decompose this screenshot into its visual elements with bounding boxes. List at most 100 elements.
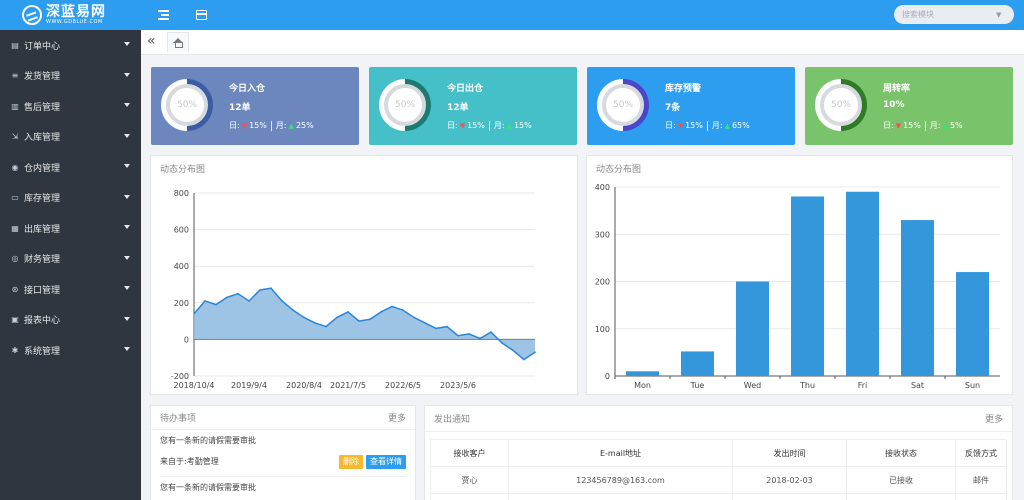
stat-card[interactable]: 50% 今日入仓 12单 日: ▼ 15% 月: ▲ 25%: [151, 67, 359, 145]
y-tick-label: 0: [184, 335, 189, 344]
x-tick-label: 2019/9/4: [231, 381, 267, 390]
sidebar-item[interactable]: ▤ 订单中心: [0, 30, 141, 61]
sidebar-item-label: 库存管理: [24, 194, 61, 205]
sidebar-item-label: 财务管理: [24, 255, 61, 266]
column-header: 反馈方式: [955, 439, 1007, 467]
table-cell: 已接收: [846, 466, 956, 494]
bar: [626, 371, 659, 376]
sidebar-item[interactable]: ▭ 库存管理: [0, 183, 141, 214]
chevron-down-icon: [124, 255, 130, 260]
table-row[interactable]: 许阿心123456789@163.com2018-02-03已接收电话: [430, 493, 1007, 500]
table-cell: 123456789@163.com: [508, 466, 733, 494]
day-label: 日:: [447, 121, 458, 130]
table-cell: 电话: [955, 493, 1007, 500]
data-point: [369, 318, 371, 321]
sidebar-item[interactable]: ◉ 仓内管理: [0, 152, 141, 183]
layout-icon[interactable]: [196, 8, 210, 22]
trend-up-icon: ▲: [942, 121, 948, 130]
month-change: 25%: [295, 121, 314, 130]
table-row[interactable]: 贾心 123456789@163.com 2018-02-03 已接收 邮件: [430, 466, 1007, 494]
data-point: [336, 316, 338, 319]
x-tick-label: 2021/7/5: [330, 381, 366, 390]
sidebar-item[interactable]: ⊛ 接口管理: [0, 274, 141, 305]
month-label: 月:: [929, 121, 941, 130]
notice-table: 接收客户 E-mail地址 发出时间 接收状态 反馈方式 贾心 123456789@163…: [430, 439, 1007, 500]
chevron-down-icon: [124, 194, 130, 199]
month-change: 5%: [949, 121, 963, 130]
chevron-down-icon: [124, 225, 130, 229]
sidebar-item[interactable]: ▣ 报表中心: [0, 305, 141, 336]
data-point: [501, 342, 503, 344]
stat-card[interactable]: 50% 库存预警 7条 日: ▼ 15% 月: ▲ 65%: [587, 67, 795, 145]
table-cell: 123456789@163.com: [508, 493, 733, 500]
stat-card-value: 7条: [665, 103, 681, 113]
column-header: 接收客户: [430, 439, 509, 467]
tab-home[interactable]: [167, 32, 189, 52]
data-point: [292, 309, 294, 311]
y-tick-label: 600: [174, 226, 189, 235]
todo-more-link[interactable]: 更多: [388, 411, 406, 424]
progress-ring: 50%: [597, 79, 649, 131]
database-icon: ◉: [11, 162, 19, 172]
sidebar-item-label: 报表中心: [24, 316, 61, 327]
sidebar-item-label: 出库管理: [24, 224, 61, 235]
month-change: 15%: [513, 121, 532, 130]
sidebar-item[interactable]: ◎ 财务管理: [0, 244, 141, 275]
progress-ring: 50%: [161, 79, 213, 131]
chevron-down-icon[interactable]: ▼: [996, 11, 1001, 19]
report-icon: ▣: [11, 315, 19, 325]
trend-up-icon: ▲: [724, 121, 730, 130]
stat-card-meta: 日: ▼ 15% 月: ▲ 15%: [447, 120, 532, 131]
sidebar-item-label: 订单中心: [24, 41, 61, 52]
day-change: 15%: [467, 121, 485, 130]
sidebar-item[interactable]: ▥ 售后管理: [0, 91, 141, 122]
data-point: [479, 337, 481, 340]
y-tick-label: 400: [595, 183, 610, 192]
data-point: [193, 312, 195, 315]
stat-card[interactable]: 50% 周转率 10% 日: ▼ 15% 月: ▲ 5%: [805, 67, 1013, 145]
column-header: 接收状态: [846, 439, 956, 467]
data-point: [435, 327, 437, 330]
todo-item-source: 来自于:考勤管理: [160, 457, 219, 466]
stat-card[interactable]: 50% 今日出仓 12单 日: ▼ 15% 月: ▲ 15%: [369, 67, 577, 145]
data-point: [490, 331, 492, 333]
sidebar-item[interactable]: ▦ 出库管理: [0, 213, 141, 244]
data-point: [468, 333, 470, 335]
data-point: [413, 316, 415, 319]
delete-button[interactable]: 删除: [339, 454, 363, 469]
x-tick-label: Wed: [744, 381, 761, 390]
notice-more-link[interactable]: 更多: [985, 412, 1003, 425]
y-tick-label: 300: [595, 230, 610, 239]
todo-item-text: 您有一条新的请假需要审批: [160, 436, 256, 445]
sidebar-item-label: 接口管理: [24, 285, 61, 296]
list-icon: ≡: [11, 71, 19, 81]
bar-chart-panel: 动态分布图 400 300 200 100 0 Mon Tue Wed Thu Fri Sat Sun: [586, 155, 1013, 395]
trend-down-icon: ▼: [677, 121, 684, 130]
data-point: [215, 303, 217, 306]
plug-icon: ⊛: [11, 284, 19, 294]
day-label: 日:: [229, 121, 240, 130]
y-tick-label: 800: [174, 189, 189, 198]
module-search-input[interactable]: [902, 10, 994, 19]
day-change: 15%: [685, 121, 703, 130]
tab-strip: «: [141, 30, 1024, 55]
sidebar-item[interactable]: ≡ 发货管理: [0, 61, 141, 92]
bar-chart-icon: ▥: [11, 101, 19, 111]
view-details-button[interactable]: 查看详情: [366, 454, 406, 469]
stat-card-meta: 日: ▼ 15% 月: ▲ 5%: [883, 120, 963, 131]
logo[interactable]: 深蓝易网 WWW.GDBLUE.COM: [0, 0, 140, 30]
sidebar-item-label: 入库管理: [24, 133, 61, 144]
double-chevron-left-icon[interactable]: «: [147, 34, 156, 48]
day-change: 15%: [249, 121, 267, 130]
menu-toggle-icon[interactable]: [158, 8, 172, 22]
sidebar-item[interactable]: ✱ 系统管理: [0, 335, 141, 366]
progress-ring: 50%: [379, 79, 431, 131]
chevron-down-icon: [124, 347, 130, 351]
sidebar-item[interactable]: ⇲ 入库管理: [0, 122, 141, 153]
chevron-down-icon: [124, 72, 130, 77]
todo-panel: 待办事项 更多 您有一条新的请假需要审批 来自于:考勤管理 删除 查看详情 您有…: [150, 405, 416, 500]
module-search[interactable]: ▼: [894, 5, 1014, 24]
x-tick-label: Sat: [911, 381, 924, 390]
top-bar: 深蓝易网 WWW.GDBLUE.COM ▼: [0, 0, 1024, 30]
data-point: [424, 322, 426, 324]
